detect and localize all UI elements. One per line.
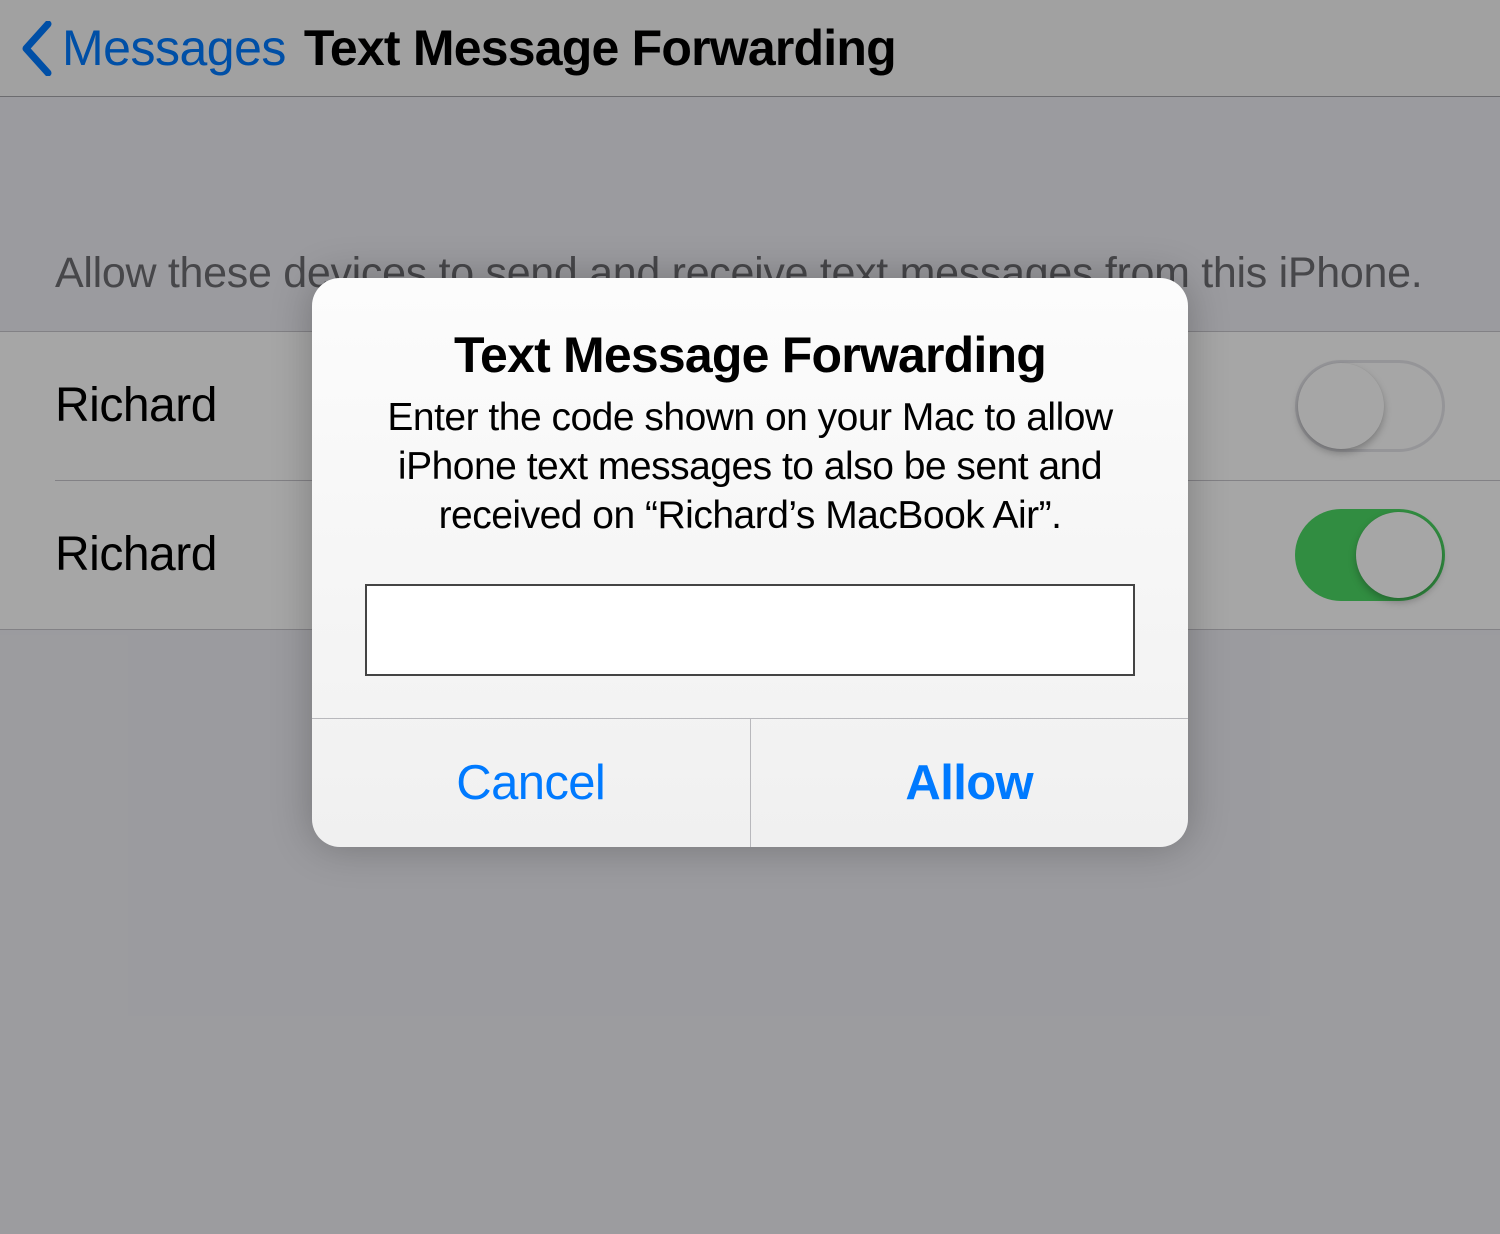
modal-message: Enter the code shown on your Mac to allo… [352,394,1148,540]
code-input[interactable] [365,584,1135,676]
modal-title: Text Message Forwarding [352,326,1148,384]
cancel-button[interactable]: Cancel [312,719,750,847]
modal-body: Text Message Forwarding Enter the code s… [312,278,1188,718]
allow-button[interactable]: Allow [750,719,1189,847]
modal-buttons: Cancel Allow [312,718,1188,847]
forwarding-code-modal: Text Message Forwarding Enter the code s… [312,278,1188,847]
